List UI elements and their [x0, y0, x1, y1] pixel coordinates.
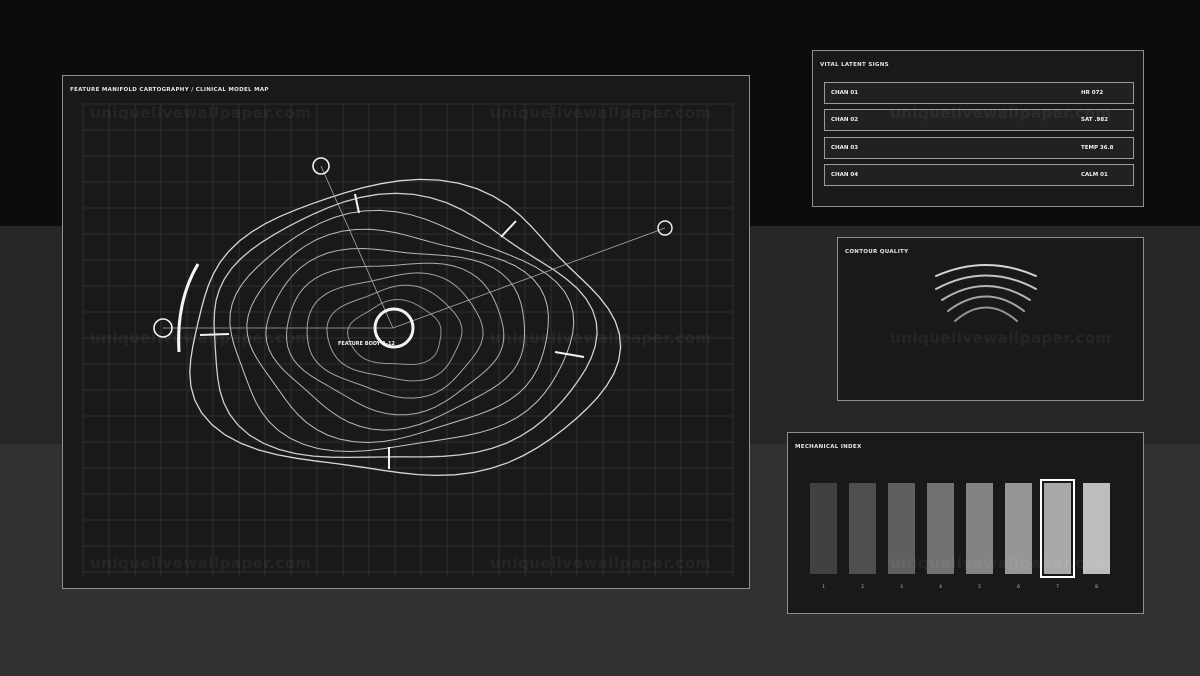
mechanical-panel-title: MECHANICAL INDEX: [795, 444, 862, 450]
vital-row[interactable]: CHAN 04 CALM 01: [824, 164, 1134, 186]
mechanical-index-panel: MECHANICAL INDEX 1 2 3 4 5 6 7 8: [787, 432, 1144, 614]
contour-ring: [229, 209, 575, 453]
feature-map-panel: FEATURE MANIFOLD CARTOGRAPHY / CLINICAL …: [62, 75, 750, 589]
vital-row-label: CHAN 01: [831, 90, 859, 96]
index-bar-label: 4: [939, 585, 942, 590]
contour-ring: [213, 192, 598, 459]
index-bar[interactable]: [1040, 479, 1075, 578]
contour-map: FEATURE BODY A-12: [82, 103, 734, 576]
vital-row-value: TEMP 36.8: [1081, 145, 1114, 151]
vital-row-value: HR 072: [1081, 90, 1104, 96]
vital-row-value: SAT .982: [1081, 117, 1109, 123]
quality-arc: [935, 264, 1037, 277]
quality-arc: [947, 295, 1025, 312]
vital-row-value: CALM 01: [1081, 172, 1108, 178]
rim-tick: [554, 351, 585, 358]
vital-signs-panel: VITAL LATENT SIGNS CHAN 01 HR 072 CHAN 0…: [812, 50, 1144, 207]
index-bar-label: 6: [1017, 585, 1020, 590]
index-bar-label: 1: [822, 585, 825, 590]
quality-arc: [954, 306, 1018, 322]
vital-row-label: CHAN 02: [831, 117, 859, 123]
rim-tick: [500, 220, 517, 238]
contour-ring: [246, 228, 549, 444]
contour-rings: [189, 178, 622, 477]
index-bar[interactable]: [849, 483, 876, 574]
map-nodes: [153, 157, 673, 349]
index-bar-label: 8: [1095, 585, 1098, 590]
index-bar[interactable]: [1005, 483, 1032, 574]
vital-row-label: CHAN 03: [831, 145, 859, 151]
vitals-panel-title: VITAL LATENT SIGNS: [820, 62, 889, 68]
rim-arc: [177, 263, 200, 353]
contour-ring: [189, 178, 622, 477]
contour-quality-panel: CONTOUR QUALITY: [837, 237, 1144, 401]
rim-tick: [354, 193, 360, 214]
index-bar[interactable]: [888, 483, 915, 574]
contour-quality-arcs: [935, 264, 1037, 322]
index-bar[interactable]: [966, 483, 993, 574]
index-bar[interactable]: [1083, 483, 1110, 574]
vital-row[interactable]: CHAN 02 SAT .982: [824, 109, 1134, 131]
index-bar-label: 7: [1056, 585, 1059, 590]
quality-arc: [941, 285, 1031, 301]
index-bar-label: 5: [978, 585, 981, 590]
index-bar[interactable]: [927, 483, 954, 574]
vital-row[interactable]: CHAN 03 TEMP 36.8: [824, 137, 1134, 159]
rim-tick: [199, 333, 230, 336]
spoke-upper: [320, 165, 394, 329]
index-bar[interactable]: [810, 483, 837, 574]
index-bar-label: 2: [861, 585, 864, 590]
center-label: FEATURE BODY A-12: [338, 341, 395, 347]
index-bar-label: 3: [900, 585, 903, 590]
vital-row-label: CHAN 04: [831, 172, 859, 178]
vital-row[interactable]: CHAN 01 HR 072: [824, 82, 1134, 104]
